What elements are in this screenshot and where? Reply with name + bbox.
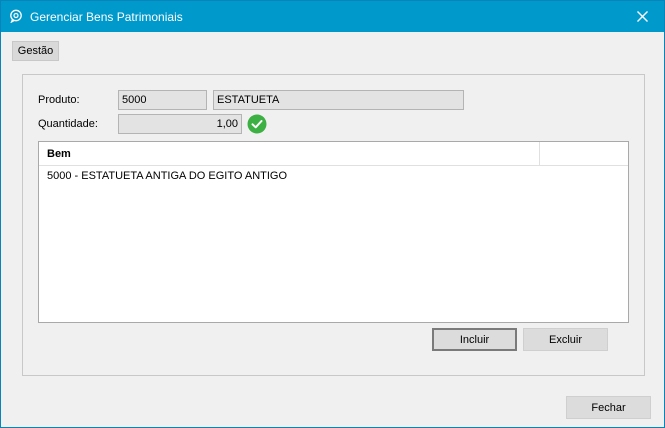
dialog-window: Gerenciar Bens Patrimoniais Gestão Produ… bbox=[0, 0, 665, 428]
window-title: Gerenciar Bens Patrimoniais bbox=[30, 10, 183, 24]
tab-gestao[interactable]: Gestão bbox=[12, 41, 59, 61]
fechar-button[interactable]: Fechar bbox=[566, 396, 651, 419]
produto-name-field[interactable]: ESTATUETA bbox=[213, 90, 464, 110]
produto-code-field[interactable]: 5000 bbox=[118, 90, 207, 110]
table-row[interactable]: 5000 - ESTATUETA ANTIGA DO EGITO ANTIGO bbox=[39, 166, 628, 186]
close-button[interactable] bbox=[620, 1, 664, 32]
checkmark-circle-icon bbox=[247, 114, 267, 134]
quantidade-field[interactable]: 1,00 bbox=[118, 114, 242, 134]
gestao-panel: Produto: 5000 ESTATUETA Quantidade: 1,00… bbox=[22, 74, 645, 376]
incluir-button[interactable]: Incluir bbox=[432, 328, 517, 351]
chat-bubble-icon bbox=[10, 9, 22, 23]
close-icon bbox=[636, 11, 648, 22]
bens-grid[interactable]: Bem 5000 - ESTATUETA ANTIGA DO EGITO ANT… bbox=[38, 141, 629, 323]
quantidade-label: Quantidade: bbox=[38, 118, 98, 130]
excluir-button[interactable]: Excluir bbox=[523, 328, 608, 351]
grid-header: Bem bbox=[39, 142, 628, 166]
column-header-bem[interactable]: Bem bbox=[47, 148, 71, 160]
column-divider bbox=[539, 142, 540, 166]
cell-bem: 5000 - ESTATUETA ANTIGA DO EGITO ANTIGO bbox=[47, 170, 288, 182]
produto-label: Produto: bbox=[38, 94, 80, 106]
title-bar[interactable]: Gerenciar Bens Patrimoniais bbox=[1, 1, 664, 32]
